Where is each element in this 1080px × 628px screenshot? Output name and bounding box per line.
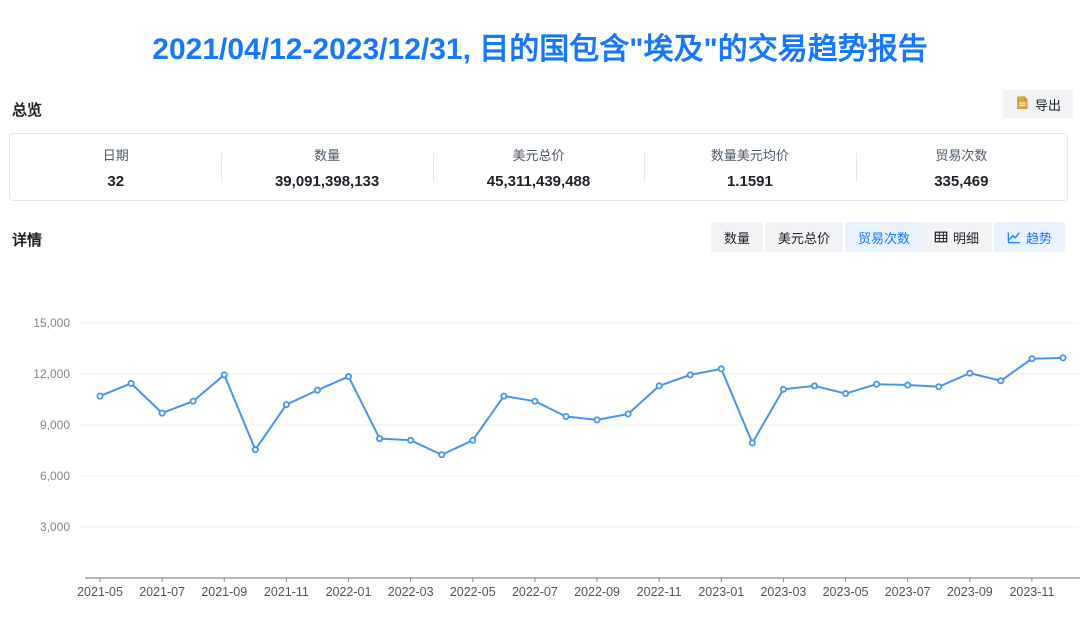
y-axis-label: 9,000: [40, 418, 70, 432]
data-point[interactable]: [688, 372, 693, 377]
x-axis-label: 2023-05: [823, 585, 869, 599]
x-axis-label: 2023-11: [1009, 585, 1054, 599]
stat-value: 32: [10, 173, 221, 190]
x-axis-label: 2021-09: [201, 585, 247, 599]
stat-avg-usd-price: 数量美元均价 1.1591: [644, 141, 855, 194]
data-point[interactable]: [936, 384, 941, 389]
data-point[interactable]: [843, 391, 848, 396]
x-axis-label: 2021-05: [77, 585, 123, 599]
y-axis-label: 12,000: [33, 367, 70, 381]
trend-icon: [1007, 230, 1021, 244]
data-point[interactable]: [781, 387, 786, 392]
tab-label: 趋势: [1026, 228, 1052, 247]
data-point[interactable]: [377, 436, 382, 441]
tab-label: 美元总价: [778, 228, 830, 247]
tab-trend-chart[interactable]: 趋势: [994, 222, 1065, 252]
export-button-label: 导出: [1035, 95, 1061, 114]
data-point[interactable]: [563, 414, 568, 419]
data-point[interactable]: [905, 382, 910, 387]
data-point[interactable]: [222, 372, 227, 377]
stat-trade-count: 贸易次数 335,469: [856, 141, 1067, 194]
x-axis-label: 2023-01: [698, 585, 744, 599]
data-point[interactable]: [160, 411, 165, 416]
data-point[interactable]: [750, 440, 755, 445]
data-point[interactable]: [998, 378, 1003, 383]
tab-label: 明细: [953, 228, 979, 247]
data-point[interactable]: [408, 438, 413, 443]
view-tab-group: 明细 趋势: [921, 222, 1065, 252]
data-point[interactable]: [315, 388, 320, 393]
tab-label: 数量: [724, 228, 750, 247]
y-axis-label: 15,000: [33, 316, 70, 330]
stat-label: 美元总价: [433, 145, 644, 164]
x-axis-label: 2021-07: [139, 585, 185, 599]
stat-label: 贸易次数: [856, 145, 1067, 164]
stat-usd-total: 美元总价 45,311,439,488: [433, 141, 644, 194]
table-icon: [934, 230, 948, 244]
data-point[interactable]: [284, 402, 289, 407]
data-point[interactable]: [812, 383, 817, 388]
data-point[interactable]: [874, 382, 879, 387]
overview-heading: 总览: [12, 99, 42, 120]
overview-stats-card: 日期 32 数量 39,091,398,133 美元总价 45,311,439,…: [9, 133, 1068, 201]
stat-quantity: 数量 39,091,398,133: [221, 141, 432, 194]
metric-tab-group: 数量 美元总价 贸易次数: [711, 222, 923, 252]
tab-detail-table[interactable]: 明细: [921, 222, 992, 252]
data-point[interactable]: [594, 417, 599, 422]
data-point[interactable]: [470, 438, 475, 443]
data-point[interactable]: [439, 452, 444, 457]
x-axis-label: 2022-09: [574, 585, 620, 599]
data-point[interactable]: [657, 383, 662, 388]
data-point[interactable]: [967, 371, 972, 376]
stat-label: 数量美元均价: [644, 145, 855, 164]
data-point[interactable]: [191, 399, 196, 404]
data-point[interactable]: [253, 447, 258, 452]
trend-report-page: 2021/04/12-2023/12/31, 目的国包含"埃及"的交易趋势报告 …: [0, 0, 1080, 628]
tab-trade-count[interactable]: 贸易次数: [845, 222, 923, 252]
details-heading: 详情: [12, 229, 42, 250]
x-axis-label: 2023-09: [947, 585, 993, 599]
data-point[interactable]: [532, 399, 537, 404]
trend-line: [100, 358, 1063, 455]
data-point[interactable]: [128, 381, 133, 386]
stat-value: 45,311,439,488: [433, 173, 644, 190]
x-axis-label: 2022-11: [637, 585, 682, 599]
x-axis-label: 2021-11: [264, 585, 309, 599]
y-axis-label: 3,000: [40, 520, 70, 534]
x-axis-label: 2022-05: [450, 585, 496, 599]
page-title: 2021/04/12-2023/12/31, 目的国包含"埃及"的交易趋势报告: [0, 24, 1080, 68]
x-axis-label: 2022-01: [326, 585, 372, 599]
data-point[interactable]: [719, 366, 724, 371]
tab-usd-total[interactable]: 美元总价: [765, 222, 843, 252]
x-axis-label: 2023-07: [885, 585, 931, 599]
data-point[interactable]: [1060, 355, 1065, 360]
x-axis-label: 2022-07: [512, 585, 558, 599]
chart-area: 3,000 6,000 9,000 12,000 15,000 2021-05 2021-0…: [0, 295, 1080, 628]
stat-value: 1.1591: [644, 173, 855, 190]
data-point[interactable]: [1029, 356, 1034, 361]
x-axis-label: 2023-03: [760, 585, 806, 599]
trend-chart: 3,000 6,000 9,000 12,000 15,000 2021-05 2021-0…: [0, 295, 1080, 628]
stat-value: 39,091,398,133: [221, 173, 432, 190]
x-axis-label: 2022-03: [388, 585, 434, 599]
data-point[interactable]: [501, 394, 506, 399]
tab-quantity[interactable]: 数量: [711, 222, 763, 252]
stat-value: 335,469: [856, 173, 1067, 190]
stat-date: 日期 32: [10, 141, 221, 194]
data-point[interactable]: [346, 374, 351, 379]
export-button[interactable]: 导出: [1003, 90, 1073, 118]
stat-label: 日期: [10, 145, 221, 164]
y-axis-label: 6,000: [40, 469, 70, 483]
data-point[interactable]: [97, 394, 102, 399]
data-point[interactable]: [625, 411, 630, 416]
tab-label: 贸易次数: [858, 228, 910, 247]
stat-label: 数量: [221, 145, 432, 164]
export-file-icon: [1015, 95, 1030, 113]
